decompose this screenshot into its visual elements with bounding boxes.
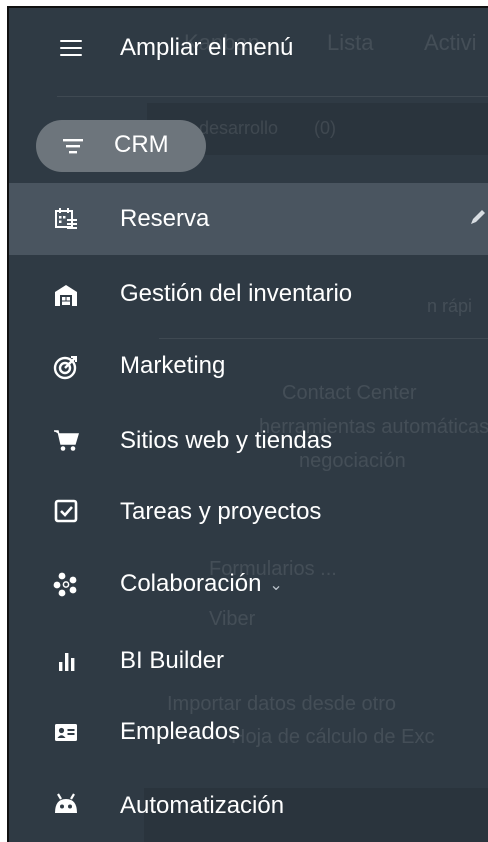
- menu-item-automatizacion[interactable]: Automatización: [9, 768, 488, 840]
- menu-item-label-wrap: Colaboración ⌄: [120, 570, 283, 598]
- expand-menu-button[interactable]: Ampliar el menú: [9, 8, 488, 88]
- menu-item-label: Marketing: [120, 352, 226, 379]
- menu-item-empleados[interactable]: Empleados: [9, 696, 488, 768]
- menu-item-colaboracion[interactable]: Colaboración ⌄: [9, 548, 488, 620]
- calendar-list-icon: [53, 206, 79, 232]
- hamburger-icon: [60, 40, 82, 56]
- menu-item-label: Empleados: [120, 718, 241, 745]
- filter-icon: [60, 133, 86, 159]
- menu-item-label: Gestión del inventario: [120, 280, 353, 307]
- bar-chart-icon: [53, 647, 79, 673]
- warehouse-icon: [53, 282, 79, 308]
- sidebar-frame: Kanban Lista Activi desarrollo (0) $0 n …: [7, 6, 488, 842]
- menu-item-sitios-web[interactable]: Sitios web y tiendas: [9, 403, 488, 475]
- id-card-icon: [53, 719, 79, 745]
- menu-item-label: BI Builder: [120, 647, 225, 674]
- menu-item-label: CRM: [114, 131, 169, 158]
- menu-item-bi-builder[interactable]: BI Builder: [9, 623, 488, 695]
- menu-item-inventario[interactable]: Gestión del inventario: [9, 258, 488, 330]
- menu-item-crm[interactable]: CRM: [36, 120, 206, 172]
- menu-item-reserva[interactable]: Reserva: [9, 183, 488, 255]
- pencil-icon[interactable]: [467, 206, 488, 228]
- expand-menu-label: Ampliar el menú: [120, 34, 294, 61]
- menu-item-label: Reserva: [120, 205, 210, 232]
- collab-icon: [53, 571, 79, 597]
- cart-icon: [53, 427, 79, 453]
- menu-item-label: Colaboración: [120, 570, 262, 597]
- menu-item-label: Sitios web y tiendas: [120, 427, 333, 454]
- robot-icon: [53, 791, 79, 817]
- menu-item-label: Automatización: [120, 792, 285, 819]
- menu-item-label: Tareas y proyectos: [120, 498, 322, 525]
- target-icon: [53, 354, 79, 380]
- main-menu: Ampliar el menú CRM Reserva Gestión del …: [9, 8, 488, 842]
- chevron-down-icon[interactable]: ⌄: [269, 577, 282, 594]
- checkbox-icon: [53, 498, 79, 524]
- menu-item-tareas[interactable]: Tareas y proyectos: [9, 474, 488, 546]
- menu-item-marketing[interactable]: Marketing: [9, 330, 488, 402]
